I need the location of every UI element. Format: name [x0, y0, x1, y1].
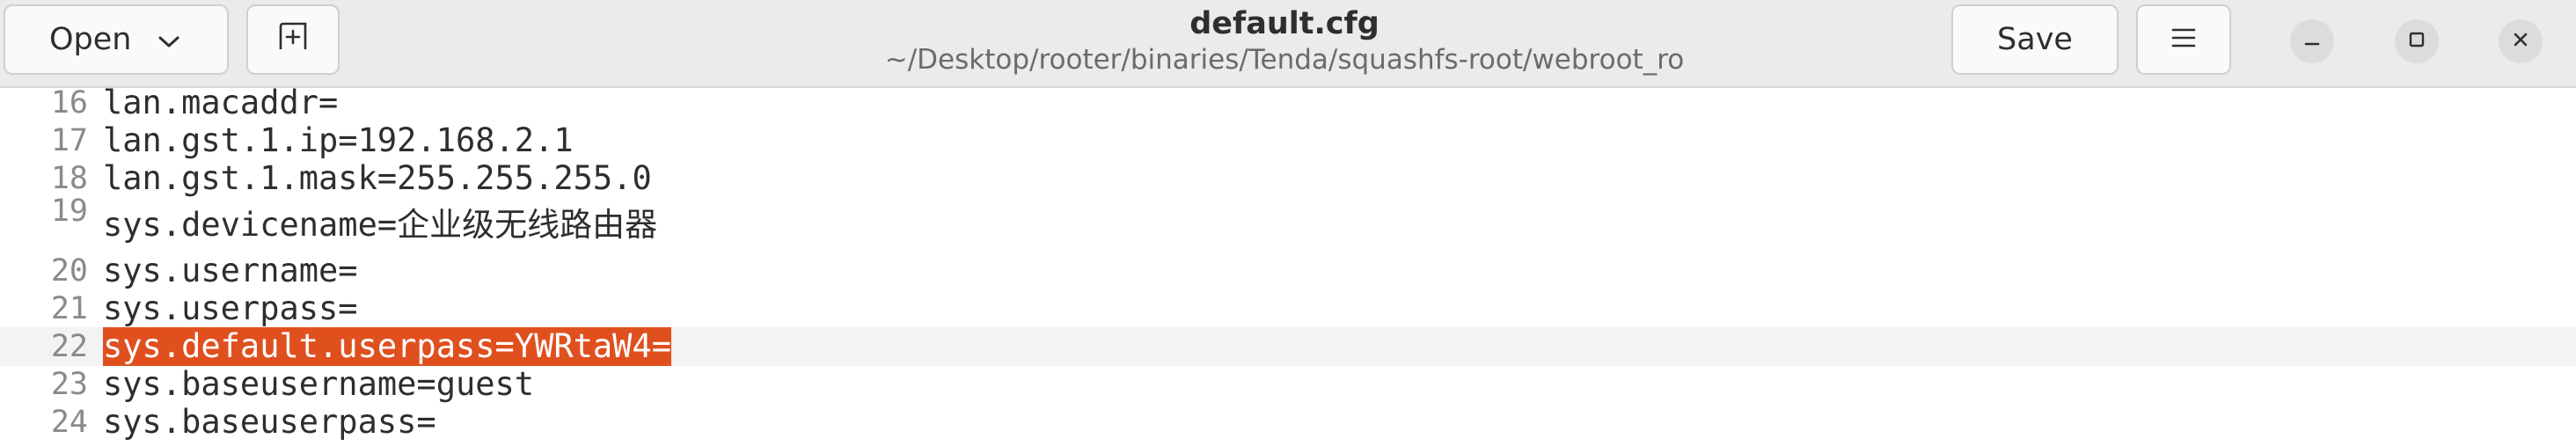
line-number: 20	[50, 253, 88, 289]
selected-text[interactable]: sys.default.userpass=YWRtaW4=	[103, 327, 672, 366]
minimize-button[interactable]	[2290, 19, 2334, 63]
line-text[interactable]: sys.devicename=企业级无线路由器	[103, 206, 657, 245]
main-menu-button[interactable]	[2136, 4, 2231, 75]
save-button[interactable]: Save	[1951, 4, 2119, 75]
new-tab-button[interactable]	[246, 4, 340, 75]
line-text[interactable]: lan.gst.1.mask=255.255.255.0	[103, 159, 652, 198]
line-number: 24	[50, 405, 88, 440]
line-number: 23	[50, 367, 88, 402]
open-button[interactable]: Open	[4, 4, 229, 75]
line-text[interactable]: sys.baseuserpass=	[103, 403, 436, 442]
line-text[interactable]: sys.userpass=	[103, 289, 358, 328]
document-title: default.cfg	[1189, 6, 1379, 41]
editor-line[interactable]: 19 sys.devicename=企业级无线路由器	[0, 194, 2576, 244]
new-tab-icon	[275, 21, 311, 59]
editor-line[interactable]: 24 sys.baseuserpass=	[0, 403, 2576, 442]
maximize-button[interactable]	[2395, 19, 2439, 63]
editor-line[interactable]: 16 lan.macaddr=	[0, 88, 2576, 122]
editor-line[interactable]: 20 sys.username=	[0, 252, 2576, 290]
editor-text-view[interactable]: 16 lan.macaddr= 17 lan.gst.1.ip=192.168.…	[0, 88, 2576, 446]
save-button-label: Save	[1997, 22, 2073, 57]
editor-line-current[interactable]: 22 sys.default.userpass=YWRtaW4=	[0, 327, 2576, 366]
editor-line[interactable]: 17 lan.gst.1.ip=192.168.2.1	[0, 121, 2576, 160]
line-number: 17	[50, 123, 88, 158]
line-number: 22	[50, 329, 88, 364]
header-bar: Open default.cfg ~/Desktop/rooter/binari…	[0, 0, 2576, 88]
line-text[interactable]: lan.gst.1.ip=192.168.2.1	[103, 121, 574, 160]
maximize-icon	[2407, 30, 2426, 53]
line-number: 21	[50, 291, 88, 326]
close-button[interactable]	[2499, 19, 2543, 63]
line-text[interactable]: sys.baseusername=guest	[103, 365, 534, 404]
line-text[interactable]: sys.username=	[103, 252, 358, 290]
line-number: 19	[50, 194, 88, 229]
editor-line[interactable]: 18 lan.gst.1.mask=255.255.255.0	[0, 159, 2576, 198]
open-button-label: Open	[49, 22, 132, 57]
title-area: default.cfg ~/Desktop/rooter/binaries/Te…	[669, 5, 1900, 77]
line-number: 16	[50, 88, 88, 121]
minimize-icon	[2302, 30, 2322, 53]
editor-line[interactable]: 23 sys.baseusername=guest	[0, 365, 2576, 404]
close-icon	[2511, 30, 2530, 53]
text-editor-window: Open default.cfg ~/Desktop/rooter/binari…	[0, 0, 2576, 446]
document-path: ~/Desktop/rooter/binaries/Tenda/squashfs…	[884, 44, 1685, 76]
chevron-down-icon	[157, 22, 180, 57]
hamburger-menu-icon	[2170, 22, 2197, 57]
line-text[interactable]: lan.macaddr=	[103, 88, 338, 122]
editor-line[interactable]: 21 sys.userpass=	[0, 289, 2576, 328]
